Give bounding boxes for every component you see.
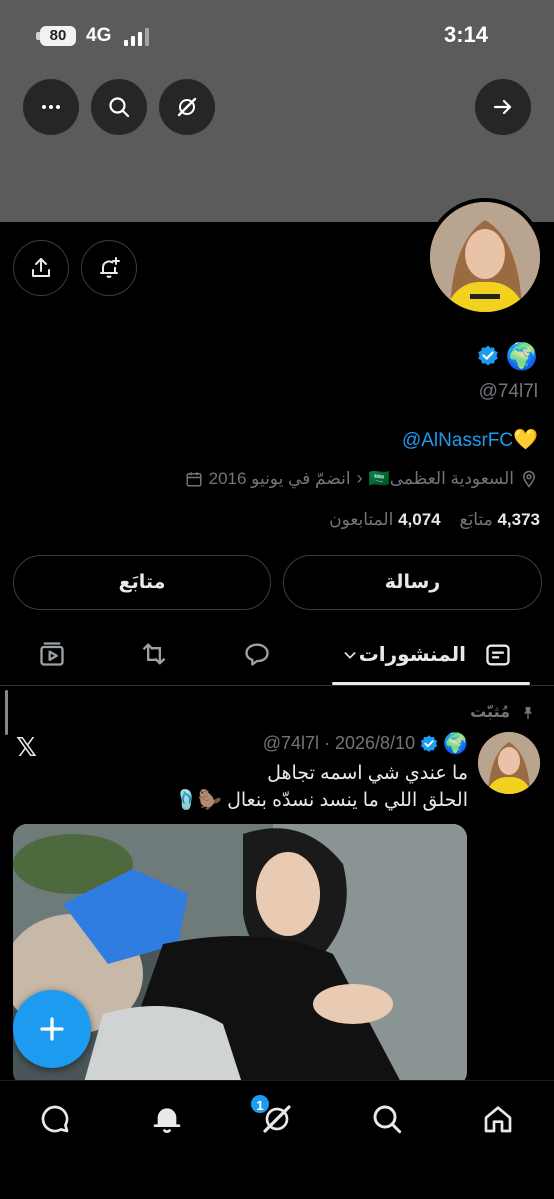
x-logo-icon: 𝕏 (16, 732, 37, 762)
profile-avatar[interactable] (426, 198, 544, 316)
tab-reposts[interactable] (137, 639, 171, 669)
bio-mention-link[interactable]: @AlNassrFC (402, 430, 513, 451)
notification-badge: 1 (249, 1093, 271, 1115)
post-author-avatar[interactable] (478, 732, 540, 794)
avatar-image (430, 202, 540, 312)
bell-icon (153, 1108, 181, 1133)
pinned-label: مُثبّت (470, 704, 510, 721)
tab-media[interactable] (35, 639, 69, 669)
post-header: @74l7l · 2026/8/10 🌍 (263, 731, 468, 756)
joined-text: انضمّ في يونيو 2016 (208, 468, 351, 488)
network-type: 4G (86, 25, 112, 46)
profile-name: 🌍 (476, 340, 538, 372)
media-icon (40, 642, 64, 666)
profile-bio: @AlNassrFC💛 (402, 427, 538, 452)
scrollbar[interactable] (5, 690, 8, 735)
profile-tabs: المنشورات (0, 625, 554, 685)
location-icon (522, 470, 536, 488)
location-text: السعودية العظمى🇸🇦 (368, 468, 514, 488)
nav-notifications[interactable] (147, 1099, 187, 1139)
battery-indicator: 80 (40, 26, 76, 46)
verified-badge-icon (477, 345, 498, 366)
share-button[interactable] (13, 240, 69, 296)
share-icon (32, 258, 50, 277)
verified-badge-icon (420, 734, 438, 752)
tab-posts-label: المنشورات (358, 644, 466, 666)
nav-grok[interactable]: 1 (249, 1093, 297, 1139)
nav-messages[interactable] (35, 1099, 75, 1139)
post-avatar-image (478, 732, 540, 794)
search-icon (373, 1105, 402, 1134)
profile-stats: 4,373 متابَع 4,074 المتابعون (329, 510, 540, 530)
following-stat[interactable]: 4,373 متابَع (460, 510, 540, 529)
status-bar: 80 4G 3:14 (0, 22, 554, 52)
plus-icon (40, 1017, 64, 1041)
message-button[interactable]: رسالة (283, 555, 542, 610)
post-handle-date[interactable]: @74l7l · 2026/8/10 (263, 733, 415, 754)
pin-icon (524, 707, 532, 719)
nav-search[interactable] (367, 1099, 407, 1139)
grok-button[interactable] (159, 79, 215, 135)
tab-posts[interactable]: المنشورات (332, 625, 530, 685)
profile-meta: السعودية العظمى🇸🇦 ‹ انضمّ في يونيو 2016 (185, 468, 538, 489)
more-options-button[interactable] (23, 79, 79, 135)
arrow-right-icon (493, 99, 512, 115)
notify-button[interactable] (81, 240, 137, 296)
followers-stat[interactable]: 4,074 المتابعون (329, 510, 441, 529)
search-button[interactable] (91, 79, 147, 135)
reply-icon (245, 643, 269, 666)
tab-replies[interactable] (240, 639, 274, 669)
repost-icon (142, 643, 166, 665)
clock: 3:14 (443, 22, 488, 47)
battery-cap (36, 32, 40, 40)
nav-home[interactable] (478, 1099, 518, 1139)
posts-icon (486, 644, 510, 666)
heart-emoji: 💛 (513, 429, 538, 451)
signal-icon (124, 28, 152, 46)
chevron-left-icon: ‹ (356, 468, 363, 488)
home-icon (484, 1106, 512, 1133)
more-icon (42, 105, 60, 109)
chevron-down-icon (344, 652, 356, 659)
tabs-divider (0, 685, 554, 686)
post-author-emoji: 🌍 (443, 733, 468, 755)
post-line-1: ما عندي شي اسمه تجاهل (267, 763, 468, 784)
bottom-navigation: 1 (0, 1080, 554, 1199)
chat-bubble-icon (41, 1105, 69, 1133)
back-button[interactable] (475, 79, 531, 135)
compose-post-button[interactable] (13, 990, 91, 1068)
name-emoji: 🌍 (505, 341, 538, 371)
search-icon (109, 97, 130, 118)
profile-handle: @74l7l (478, 381, 538, 402)
grok-icon (177, 97, 197, 117)
bell-plus-icon (100, 257, 120, 278)
following-button[interactable]: متابَع (13, 555, 271, 610)
calendar-icon (186, 471, 202, 486)
post-line-2: الحلق اللي ما ينسد نسدّه بنعال 🦫🩴 (174, 790, 468, 811)
post-text: ما عندي شي اسمه تجاهل الحلق اللي ما ينسد… (48, 760, 468, 814)
